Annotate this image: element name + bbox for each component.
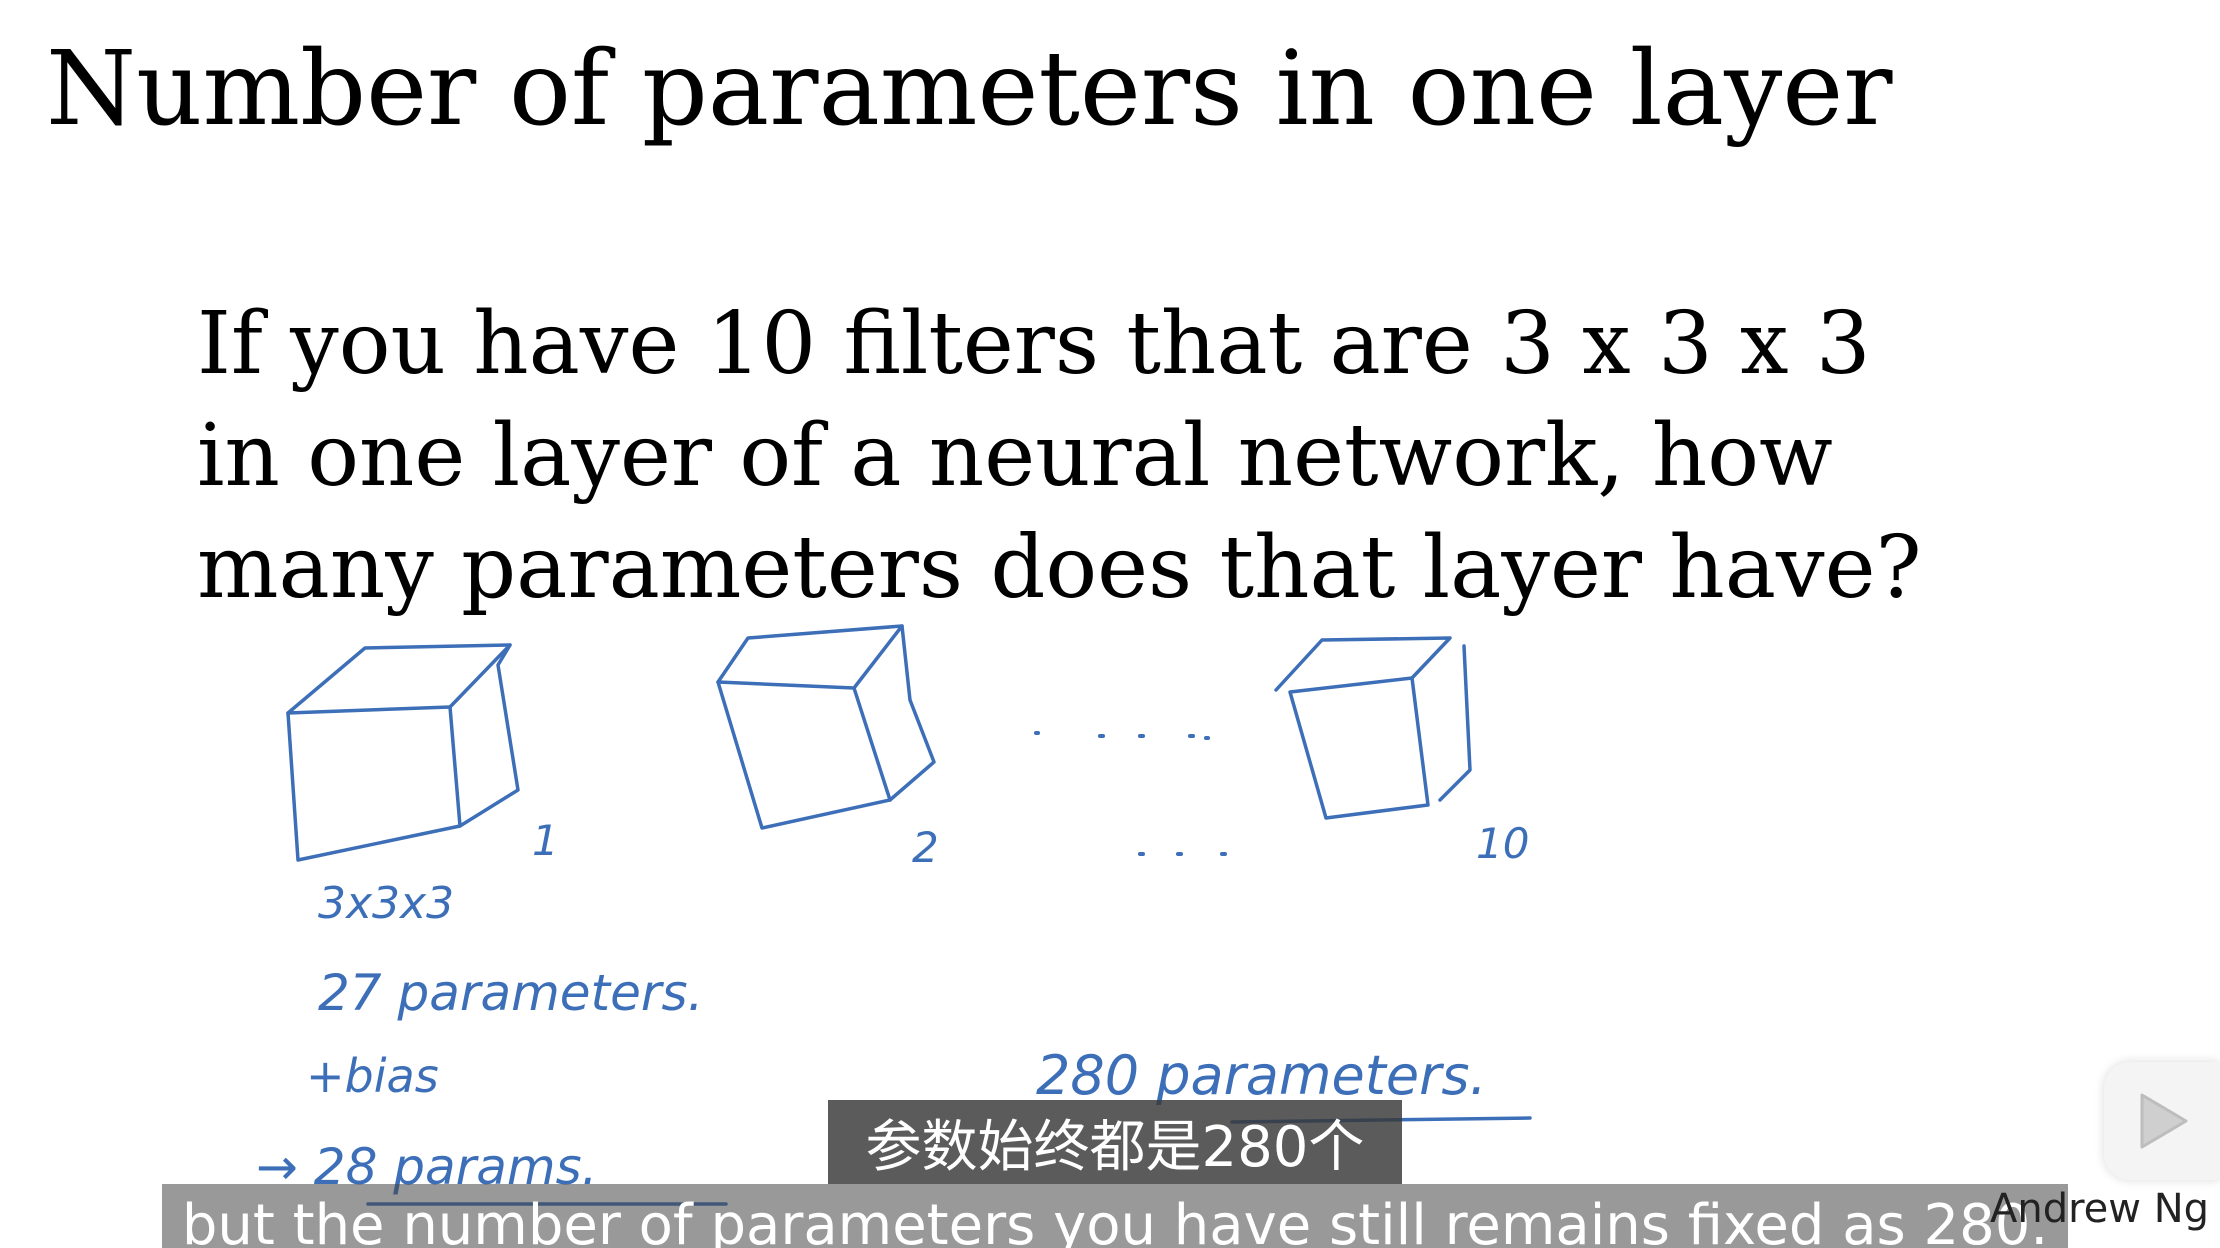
params-27-label: 27 parameters. [318,964,703,1022]
cube-label-1: 1 [532,816,559,865]
video-frame[interactable]: Number of parameters in one layer If you… [0,0,2220,1248]
filter-cube-1 [286,643,520,862]
filter-cube-10 [1274,636,1472,820]
cube-label-2: 2 [912,823,939,872]
total-params-label: 280 parameters. [1036,1044,1487,1107]
filter-cube-2 [716,624,936,830]
author-name: Andrew Ng [1990,1186,2210,1232]
subtitle-chinese: 参数始终都是280个 [828,1100,1402,1184]
dims-label: 3x3x3 [318,878,454,929]
cube-label-10: 10 [1476,819,1529,868]
bias-label: +bias [306,1049,439,1103]
play-button[interactable] [2104,1062,2220,1180]
subtitle-english: but the number of parameters you have st… [162,1184,2068,1248]
handwritten-annotations: 1 2 10 3x3x3 27 parameters. +bias → 28 p… [256,624,1532,1206]
play-icon [2140,1093,2188,1149]
ellipsis-dots [1034,731,1227,856]
